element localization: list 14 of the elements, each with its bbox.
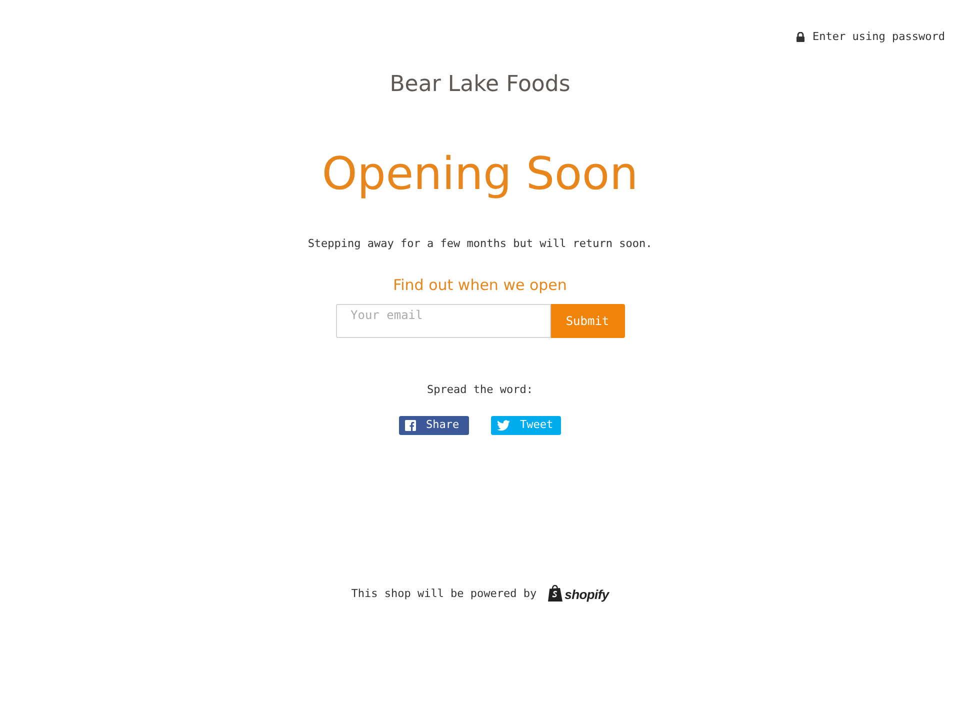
share-button[interactable]: Share [399, 416, 469, 435]
signup-title: Find out when we open [393, 275, 567, 295]
opening-heading: Opening Soon [322, 146, 638, 202]
facebook-icon [405, 420, 416, 431]
share-label: Spread the word: [427, 382, 533, 398]
store-name: Bear Lake Foods [390, 71, 570, 99]
shopify-logo[interactable]: shopify [548, 585, 609, 602]
password-link[interactable]: Enter using password [796, 29, 945, 45]
shopping-bag-icon [548, 585, 563, 602]
bird-icon [497, 420, 510, 431]
powered-by-text: This shop will be powered by [351, 586, 537, 602]
message-text: Stepping away for a few months but will return soon. [308, 236, 652, 252]
email-field[interactable]: Your email [336, 304, 550, 338]
lock-icon [796, 32, 805, 42]
